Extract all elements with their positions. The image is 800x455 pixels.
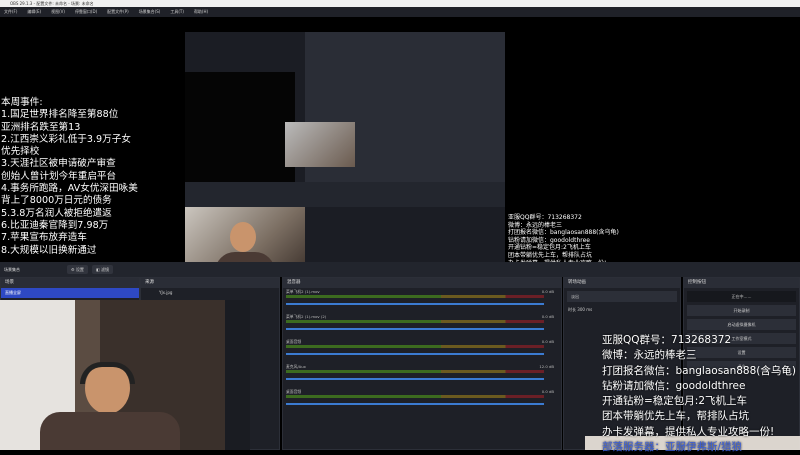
volume-slider[interactable]: [286, 403, 544, 405]
mixer-channel: 桌面音频 0.0 dB: [286, 338, 558, 363]
menu-tools[interactable]: 工具(T): [170, 7, 184, 17]
promo-line: 开通钻粉=稳定包月:2飞机上车: [508, 244, 591, 252]
volume-meter: [286, 320, 544, 323]
promo-line: 微博：永远的棒老三: [602, 349, 697, 362]
news-heading: 本周事件:: [1, 97, 43, 108]
nested-webcam: [285, 122, 355, 167]
news-line: 亚洲排名跌至第13: [1, 121, 81, 133]
news-line: 1.国足世界排名降至第88位: [1, 109, 119, 121]
menu-help[interactable]: 帮助(H): [194, 7, 208, 17]
menu-edit[interactable]: 编辑(E): [27, 7, 41, 17]
audio-mixer-dock: 混音器 菜单飞机2 (1).mov 0.0 dB 菜单飞机2 (1).mov (2…: [282, 277, 562, 450]
duration-label: 时长: [568, 307, 576, 312]
duration-input[interactable]: 300 ms: [577, 307, 592, 312]
channel-db: 12.0 dB: [539, 364, 554, 369]
promo-line: 办卡发弹幕，提供私人专业攻略一份!: [602, 425, 775, 438]
menu-bar: 文件(F) 编辑(E) 视图(V) 停靠窗口(D) 配置文件(P) 场景集合(S…: [0, 7, 800, 17]
duration-row: 时长 300 ms: [564, 305, 680, 315]
menu-file[interactable]: 文件(F): [4, 7, 17, 17]
news-line: 背上了8000万日元的债务: [1, 195, 112, 207]
promo-line: 打团报名微信：banglaosan888(含乌龟): [602, 364, 796, 377]
news-line: 3.天涯社区被申请破产审查: [1, 158, 116, 170]
promo-line: 部落服务器：亚服伊弗斯/猎狼: [602, 441, 743, 454]
webcam-overlay: [0, 300, 250, 450]
scenes-title: 场景: [1, 278, 139, 288]
volume-meter: [286, 395, 544, 398]
news-line: 优先择校: [1, 146, 40, 158]
menu-scene-collection[interactable]: 场景集合(S): [139, 7, 161, 17]
menu-view[interactable]: 视图(V): [51, 7, 65, 17]
nested-news-overlay: [185, 72, 295, 182]
news-line: 7.苹果宣布放弃造车: [1, 232, 87, 244]
volume-meter: [286, 345, 544, 348]
mixer-channel: 桌面音频 0.0 dB: [286, 388, 558, 413]
news-line: 创始人曾计划今年重启平台: [1, 170, 117, 182]
virtual-camera-button[interactable]: 启动虚拟摄像机: [687, 319, 796, 330]
volume-slider[interactable]: [286, 353, 544, 355]
news-line: 4.事务所跑路，AV女优深田咏美: [1, 183, 138, 195]
settings-button[interactable]: ⚙ 设置: [67, 265, 88, 274]
channel-db: 0.0 dB: [541, 289, 554, 294]
controls-title: 控制按钮: [684, 278, 799, 288]
nested-promo-text: 亚服QQ群号：713268372 微博：永远的棒老三 打团报名微信：bangla…: [508, 214, 619, 267]
mixer-title: 混音器: [283, 278, 561, 288]
mixer-channel: 菜单飞机2 (1).mov (2) 0.0 dB: [286, 313, 558, 338]
stream-button[interactable]: 正在中……: [687, 291, 796, 302]
promo-overlay: 亚服QQ群号：713268372 微博：永远的棒老三 打团报名微信：bangla…: [602, 333, 796, 455]
mixer-channel: 麦克风/Aux 12.0 dB: [286, 363, 558, 388]
record-button[interactable]: 开始录制: [687, 305, 796, 316]
promo-line: 亚服QQ群号：713268372: [602, 334, 732, 346]
transitions-title: 转场动画: [564, 278, 680, 288]
sources-title: 来源: [141, 278, 279, 288]
person-body: [40, 412, 180, 450]
volume-meter: [286, 295, 544, 298]
channel-db: 0.0 dB: [541, 389, 554, 394]
volume-slider[interactable]: [286, 328, 544, 330]
channel-db: 0.0 dB: [541, 339, 554, 344]
scene-collection-label: 场景集合: [4, 267, 20, 272]
window-title-bar: OBS 29.1.3 - 配置文件: 未命名 - 场景: 未命名: [0, 0, 800, 7]
menu-docks[interactable]: 停靠窗口(D): [75, 7, 97, 17]
channel-db: 0.0 dB: [541, 314, 554, 319]
volume-slider[interactable]: [286, 303, 544, 305]
volume-slider[interactable]: [286, 378, 544, 380]
promo-line: 团本带躺优先上车，帮排队占坑: [508, 251, 593, 259]
menu-profile[interactable]: 配置文件(P): [107, 7, 129, 17]
promo-line: 开通钻粉=稳定包月:2飞机上车: [602, 395, 748, 408]
promo-line: 团本带躺优先上车，帮排队占坑: [602, 410, 749, 423]
news-line: 6.比亚迪秦官降到7.98万: [1, 219, 109, 231]
promo-line: 亚服QQ群号：713268372: [508, 214, 582, 221]
news-line: 5.3.8万名润人被拒绝遣返: [1, 207, 112, 219]
promo-line: 打团报名微信：banglaosan888(含乌龟): [508, 229, 619, 237]
volume-meter: [286, 370, 544, 373]
news-line: 8.大规模以旧换新通过: [1, 244, 97, 256]
promo-line: 钻粉请加微信：goodoldthree: [602, 379, 746, 392]
nested-obs-window: [305, 32, 505, 192]
nested-mixer: [185, 182, 505, 207]
transition-select[interactable]: 淡出: [567, 291, 677, 302]
person-face: [230, 222, 256, 252]
preview-canvas[interactable]: 本周事件: 1.国足世界排名降至第88位 亚洲排名跌至第13 2.江西崇义彩礼低…: [0, 17, 800, 277]
headphones-icon: [80, 362, 135, 384]
scene-item[interactable]: 直播全屏: [1, 288, 139, 298]
mixer-channel: 菜单飞机2 (1).mov 0.0 dB: [286, 288, 558, 313]
source-item[interactable]: YJx.jpg: [141, 288, 279, 298]
news-line: 2.江西崇义彩礼低于3.9万子女: [1, 133, 131, 145]
news-overlay: 本周事件: 1.国足世界排名降至第88位 亚洲排名跌至第13 2.江西崇义彩礼低…: [1, 97, 138, 257]
filters-button[interactable]: ◧ 滤镜: [92, 265, 114, 274]
scene-toolbar: 场景集合 ⚙ 设置 ◧ 滤镜: [0, 262, 800, 277]
